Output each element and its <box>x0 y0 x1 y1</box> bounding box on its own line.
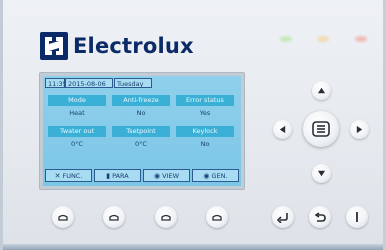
cell-label-anti-freeze: Anti-freeze <box>112 95 170 106</box>
lcd-screen: 11:35 2015-08-06 Tuesday Mode Heat Anti-… <box>43 76 241 186</box>
status-led-green <box>280 36 292 42</box>
arrow-down-icon <box>317 170 326 177</box>
softkey-icon <box>58 214 68 221</box>
gen-icon: ◉ <box>203 171 210 180</box>
func-tab-label: FUNC. <box>62 171 83 180</box>
softkey-4-button[interactable] <box>206 206 228 228</box>
back-icon <box>314 211 326 222</box>
power-icon <box>356 212 358 222</box>
cell-value-mode: Heat <box>69 109 85 117</box>
up-button[interactable] <box>312 81 331 100</box>
lcd-time: 11:35 <box>45 78 67 88</box>
para-tab-label: PARA <box>112 171 129 180</box>
gen-tab[interactable]: ◉ GEN. <box>192 169 239 182</box>
cell-value-keylock: No <box>200 140 210 148</box>
cell-label-error-status: Error status <box>176 95 234 106</box>
status-led-amber <box>317 36 329 42</box>
arrow-up-icon <box>317 87 326 94</box>
cell-label-keylock: Keylock <box>176 126 234 137</box>
cell-value-anti-freeze: No <box>136 109 146 117</box>
lcd-day: Tuesday <box>114 78 152 88</box>
cell-label-mode: Mode <box>48 95 106 106</box>
func-icon: ✕ <box>54 171 61 180</box>
view-tab-label: VIEW <box>162 171 179 180</box>
cell-label-setpoint: Tsetpoint <box>112 126 170 137</box>
cell-value-setpoint: 0°C <box>135 140 147 148</box>
cell-label-water-out: Twater out <box>48 126 106 137</box>
lcd-date: 2015-08-06 <box>65 78 113 88</box>
softkey-2-button[interactable] <box>103 206 125 228</box>
gen-tab-label: GEN. <box>211 171 228 180</box>
softkey-icon <box>161 214 171 221</box>
left-button[interactable] <box>273 120 292 139</box>
electrolux-logo-icon <box>40 32 68 60</box>
arrow-right-icon <box>356 125 363 134</box>
power-button[interactable] <box>346 206 368 228</box>
softkey-1-button[interactable] <box>52 206 74 228</box>
para-icon: ▮ <box>106 171 111 180</box>
control-panel: Electrolux 11:35 2015-08-06 Tuesday Mode… <box>0 0 386 250</box>
status-led-red <box>355 36 367 42</box>
right-button[interactable] <box>350 120 369 139</box>
menu-list-icon <box>312 121 330 137</box>
down-button[interactable] <box>312 164 331 183</box>
function-bar: ✕ FUNC. ▮ PARA ◉ VIEW ◉ GEN. <box>45 169 239 182</box>
cell-value-error-status: Yes <box>199 109 211 117</box>
cell-value-water-out: 0°C <box>71 140 83 148</box>
softkey-3-button[interactable] <box>155 206 177 228</box>
back-button[interactable] <box>309 206 331 228</box>
menu-button[interactable] <box>303 111 339 147</box>
softkey-icon <box>212 214 222 221</box>
enter-icon <box>277 212 288 223</box>
view-tab[interactable]: ◉ VIEW <box>143 169 190 182</box>
brand-name: Electrolux <box>73 34 194 58</box>
view-icon: ◉ <box>153 171 161 180</box>
enter-button[interactable] <box>272 206 294 228</box>
arrow-left-icon <box>279 125 286 134</box>
softkey-icon <box>109 214 119 221</box>
lcd-bezel: 11:35 2015-08-06 Tuesday Mode Heat Anti-… <box>39 72 245 190</box>
para-tab[interactable]: ▮ PARA <box>94 169 141 182</box>
func-tab[interactable]: ✕ FUNC. <box>45 169 92 182</box>
